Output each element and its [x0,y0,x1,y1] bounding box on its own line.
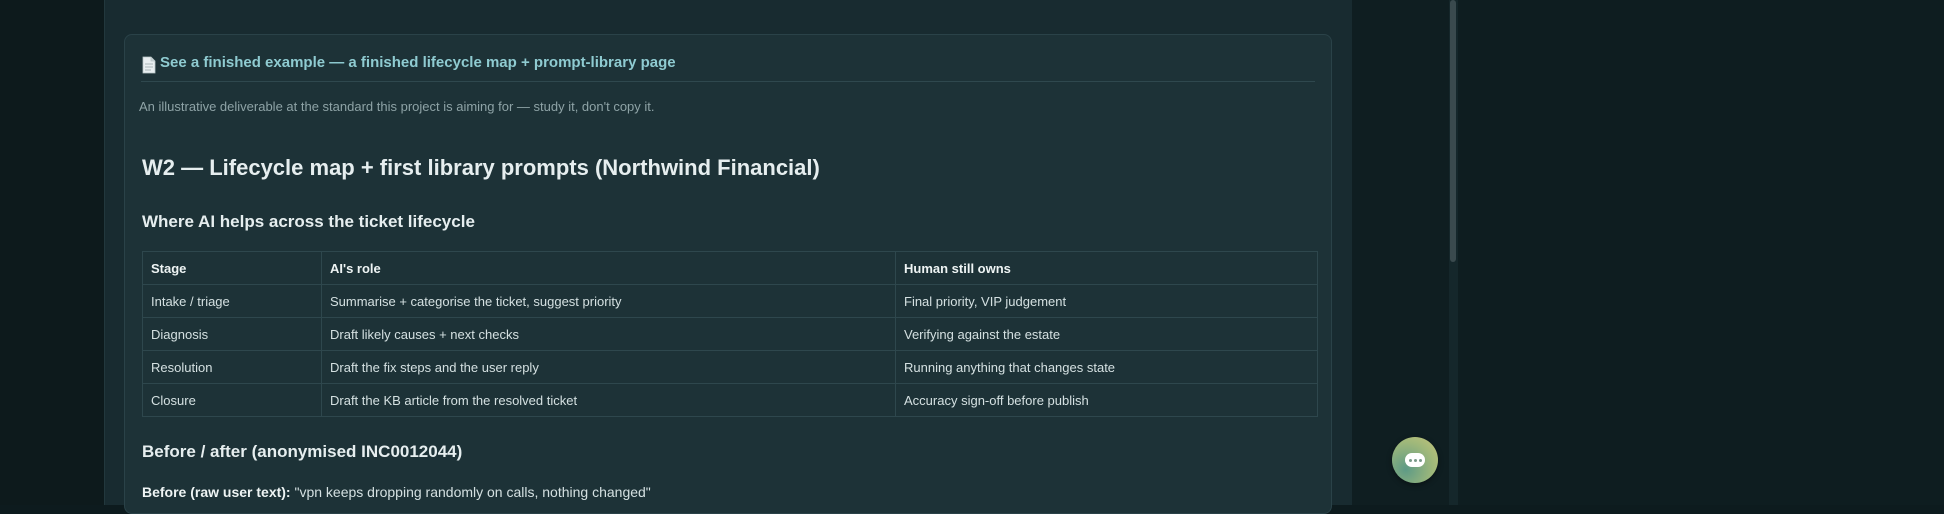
table-cell: Final priority, VIP judgement [895,284,1318,318]
clipped-text-above [705,0,1345,2]
table-cell: Accuracy sign-off before publish [895,383,1318,417]
table-cell: Closure [142,383,322,417]
table-cell: Intake / triage [142,284,322,318]
see-finished-example-link[interactable]: See a finished example — a finished life… [160,54,676,71]
lifecycle-section-heading: Where AI helps across the ticket lifecyc… [142,212,475,231]
lifecycle-table: Stage AI's role Human still owns Intake … [142,251,1318,417]
column-header-ai-role: AI's role [321,251,896,285]
table-cell: Draft the fix steps and the user reply [321,350,896,384]
column-header-stage: Stage [142,251,322,285]
table-cell: Verifying against the estate [895,317,1318,351]
document-icon [142,56,156,74]
table-row: Intake / triage Summarise + categorise t… [142,284,1318,318]
table-header-row: Stage AI's role Human still owns [142,251,1318,285]
finished-example-card: See a finished example — a finished life… [124,34,1332,514]
chat-icon [1405,453,1425,467]
table-cell: Diagnosis [142,317,322,351]
column-header-human-owns: Human still owns [895,251,1318,285]
table-cell: Summarise + categorise the ticket, sugge… [321,284,896,318]
table-row: Closure Draft the KB article from the re… [142,383,1318,417]
table-cell: Running anything that changes state [895,350,1318,384]
chat-launcher-button[interactable] [1392,437,1438,483]
table-cell: Draft the KB article from the resolved t… [321,383,896,417]
example-card-description: An illustrative deliverable at the stand… [139,99,655,114]
right-empty-area [1460,0,1944,505]
before-text: "vpn keeps dropping randomly on calls, n… [294,484,651,500]
left-gutter [0,0,104,505]
table-row: Resolution Draft the fix steps and the u… [142,350,1318,384]
document-title: W2 — Lifecycle map + first library promp… [142,155,820,180]
scrollbar-thumb[interactable] [1450,0,1456,262]
right-rail [1352,0,1460,505]
before-label: Before (raw user text): [142,484,291,500]
before-after-section-heading: Before / after (anonymised INC0012044) [142,442,463,461]
example-card-header[interactable]: See a finished example — a finished life… [141,49,1315,82]
table-cell: Draft likely causes + next checks [321,317,896,351]
table-cell: Resolution [142,350,322,384]
before-raw-text-line: Before (raw user text): "vpn keeps dropp… [142,484,651,500]
table-row: Diagnosis Draft likely causes + next che… [142,317,1318,351]
